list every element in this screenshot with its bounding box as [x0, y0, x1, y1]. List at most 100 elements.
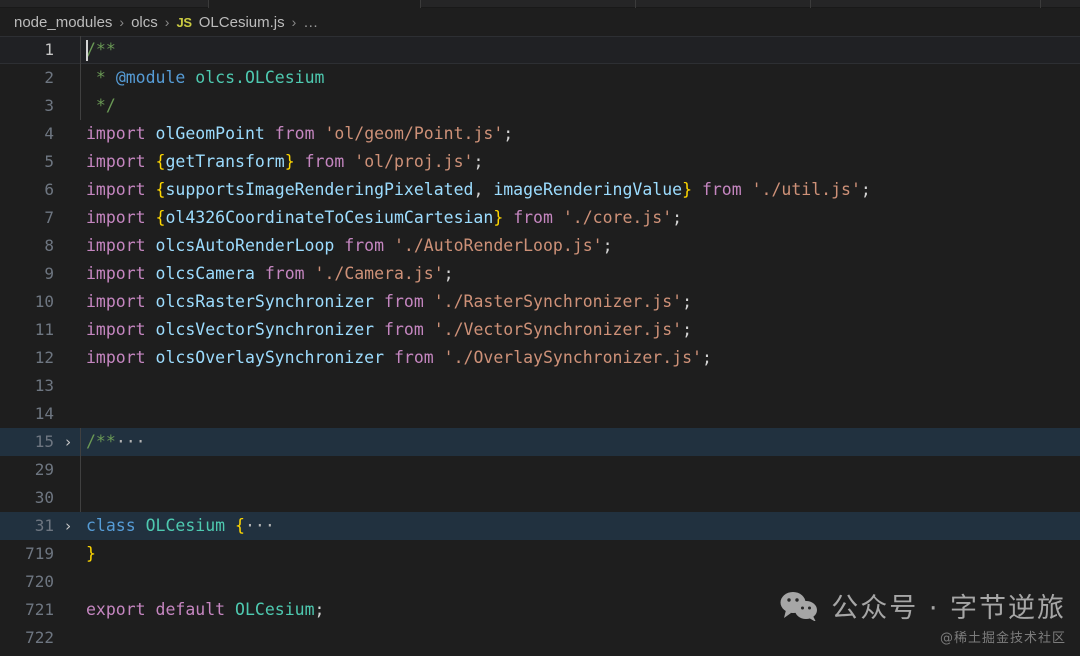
- code-token: /**: [86, 40, 116, 59]
- code-line[interactable]: 11 import olcsVectorSynchronizer from './…: [0, 316, 1080, 344]
- code-token: from: [393, 348, 434, 367]
- code-line-content: class OLCesium {···: [86, 512, 275, 540]
- breadcrumb[interactable]: node_modules › olcs › JS OLCesium.js › …: [0, 8, 1080, 36]
- breadcrumb-overflow-ellipsis[interactable]: …: [303, 14, 318, 31]
- breadcrumb-item-olcs[interactable]: olcs: [131, 14, 158, 31]
- code-line-content: export default OLCesium;: [86, 596, 324, 624]
- code-line[interactable]: 720: [0, 568, 1080, 596]
- code-token: /**: [86, 432, 116, 451]
- line-number: 29: [34, 460, 54, 479]
- code-line[interactable]: 722: [0, 624, 1080, 652]
- line-number: 31: [34, 516, 54, 535]
- code-token: './Camera.js': [314, 264, 444, 283]
- code-line[interactable]: 6 import {supportsImageRenderingPixelated…: [0, 176, 1080, 204]
- code-token: supportsImageRenderingPixelated: [165, 180, 474, 199]
- code-token: export: [86, 600, 146, 619]
- code-token: './OverlaySynchronizer.js': [443, 348, 702, 367]
- code-line[interactable]: 8 import olcsAutoRenderLoop from './AutoR…: [0, 232, 1080, 260]
- code-line[interactable]: 721 export default OLCesium;: [0, 596, 1080, 624]
- code-token: getTransform: [165, 152, 285, 171]
- line-number: 14: [34, 404, 54, 423]
- code-line[interactable]: 30: [0, 484, 1080, 512]
- code-line[interactable]: 15 › /**···: [0, 428, 1080, 456]
- code-line[interactable]: 10 import olcsRasterSynchronizer from './…: [0, 288, 1080, 316]
- line-number: 13: [34, 376, 54, 395]
- code-token: './VectorSynchronizer.js': [433, 320, 683, 339]
- code-line-content: */: [86, 92, 116, 120]
- code-token: ;: [443, 264, 454, 283]
- tab-separator: [1040, 0, 1041, 8]
- code-line[interactable]: 4 import olGeomPoint from 'ol/geom/Point.…: [0, 120, 1080, 148]
- code-line[interactable]: 1 /**: [0, 36, 1080, 64]
- code-token: import: [86, 348, 146, 367]
- code-line-content: /**···: [86, 428, 146, 456]
- breadcrumb-item-node_modules[interactable]: node_modules: [14, 14, 112, 31]
- line-number: 7: [44, 208, 54, 227]
- code-token: from: [701, 180, 742, 199]
- chevron-right-icon: ›: [291, 14, 297, 30]
- code-line[interactable]: 3 */: [0, 92, 1080, 120]
- code-token: }: [682, 180, 692, 199]
- code-line[interactable]: 7 import {ol4326CoordinateToCesiumCartesi…: [0, 204, 1080, 232]
- code-line-content: import {getTransform} from 'ol/proj.js';: [86, 148, 483, 176]
- code-line[interactable]: 14: [0, 400, 1080, 428]
- code-token: ;: [701, 348, 712, 367]
- chevron-right-icon: ›: [119, 14, 125, 30]
- breadcrumb-item-olcesium-js[interactable]: OLCesium.js: [199, 14, 285, 31]
- code-token: ···: [244, 516, 275, 535]
- code-token: olcsRasterSynchronizer: [155, 292, 375, 311]
- code-line[interactable]: 9 import olcsCamera from './Camera.js';: [0, 260, 1080, 288]
- fold-chevron-icon[interactable]: ›: [60, 428, 76, 456]
- code-token: @module: [115, 68, 186, 87]
- code-token: ···: [115, 432, 146, 451]
- code-token: class: [86, 516, 136, 535]
- code-line[interactable]: 12 import olcsOverlaySynchronizer from '.…: [0, 344, 1080, 372]
- code-token: ;: [860, 180, 871, 199]
- line-number: 719: [25, 544, 54, 563]
- tab-separator: [810, 0, 811, 8]
- line-number: 722: [25, 628, 54, 647]
- code-token: from: [264, 264, 305, 283]
- code-line[interactable]: 29: [0, 456, 1080, 484]
- line-number: 8: [44, 236, 54, 255]
- code-line-content: * @module olcs.OLCesium: [86, 64, 325, 92]
- tab-separator: [420, 0, 421, 8]
- code-token: {: [155, 208, 166, 227]
- code-token: olGeomPoint: [155, 124, 265, 143]
- line-number: 10: [34, 292, 54, 311]
- code-line[interactable]: 31 › class OLCesium {···: [0, 512, 1080, 540]
- code-editor[interactable]: 1/** 2 * @module olcs.OLCesium 3 */4 import…: [0, 36, 1080, 656]
- code-line[interactable]: 5 import {getTransform} from 'ol/proj.js'…: [0, 148, 1080, 176]
- code-line[interactable]: 719}: [0, 540, 1080, 568]
- code-line-content: import olcsOverlaySynchronizer from './O…: [86, 344, 712, 372]
- code-token: import: [86, 180, 146, 199]
- fold-chevron-icon[interactable]: ›: [60, 512, 76, 540]
- code-token: {: [235, 516, 245, 535]
- code-line[interactable]: 2 * @module olcs.OLCesium: [0, 64, 1080, 92]
- tab-separator: [208, 0, 209, 8]
- editor-tab-bar[interactable]: [0, 0, 1080, 8]
- code-token: import: [86, 208, 146, 227]
- code-line-content: import olcsVectorSynchronizer from './Ve…: [86, 316, 692, 344]
- active-tab-strip[interactable]: [208, 0, 420, 8]
- line-number: 9: [44, 264, 54, 283]
- code-token: olcs.OLCesium: [195, 68, 325, 87]
- code-line[interactable]: 13: [0, 372, 1080, 400]
